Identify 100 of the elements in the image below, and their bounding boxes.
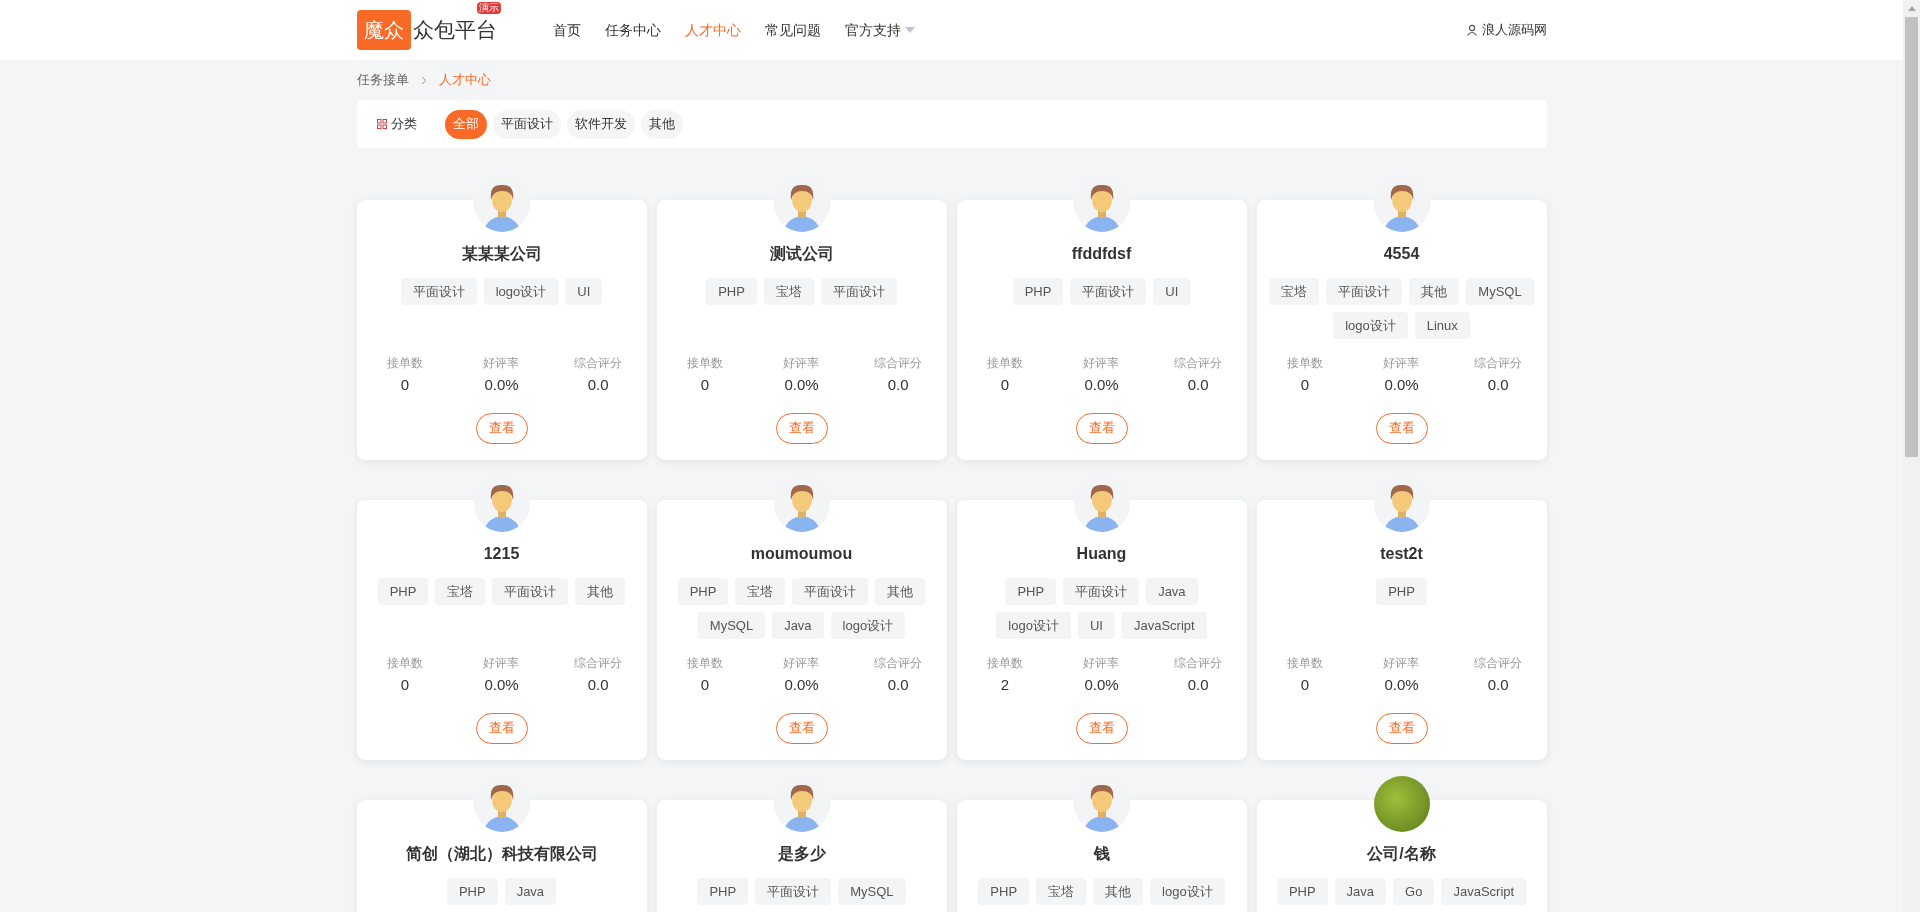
stat-value: 0 bbox=[400, 375, 409, 395]
skill-tag: 平面设计 bbox=[755, 878, 832, 905]
stat-label: 接单数 bbox=[386, 355, 423, 372]
stat-label: 综合评分 bbox=[1174, 655, 1223, 672]
stat-label: 好评率 bbox=[483, 655, 520, 672]
skill-tag: 宝塔 bbox=[1269, 278, 1320, 305]
talent-name: 测试公司 bbox=[769, 244, 834, 264]
skill-tag: PHP bbox=[978, 878, 1030, 905]
skill-tag: 平面设计 bbox=[792, 578, 869, 605]
user-link[interactable]: 浪人源码网 bbox=[1481, 20, 1547, 40]
skill-tag: PHP bbox=[706, 278, 757, 305]
stat-label: 接单数 bbox=[1286, 355, 1323, 372]
talent-name: 是多少 bbox=[777, 844, 826, 864]
caret-icon bbox=[904, 27, 915, 33]
talent-name: 1215 bbox=[483, 544, 520, 564]
skill-tag: PHP bbox=[1005, 578, 1057, 605]
skill-tag: Java bbox=[1334, 878, 1387, 905]
scrollbar-thumb[interactable] bbox=[1905, 17, 1918, 457]
nav-link[interactable]: 人才中心 bbox=[684, 19, 741, 41]
talent-name: 钱 bbox=[1093, 844, 1110, 864]
stat-value: 0.0% bbox=[1384, 675, 1419, 695]
stat-label: 好评率 bbox=[1083, 655, 1120, 672]
talent-name: 4554 bbox=[1383, 244, 1420, 264]
talent-name: test2t bbox=[1380, 544, 1423, 564]
stat-value: 0.0 bbox=[587, 675, 609, 695]
skill-tag: 平面设计 bbox=[1063, 578, 1140, 605]
stat-value: 2 bbox=[1000, 675, 1009, 695]
skill-tag: Go bbox=[1393, 878, 1435, 905]
stat-label: 好评率 bbox=[1383, 655, 1420, 672]
talent-name: moumoumou bbox=[750, 544, 853, 564]
stat-value: 0 bbox=[700, 375, 709, 395]
skill-tag: Java bbox=[1146, 578, 1198, 605]
category-chip[interactable]: 软件开发 bbox=[566, 109, 635, 139]
stat-value: 0.0% bbox=[784, 375, 819, 395]
talent-name: 简创（湖北）科技有限公司 bbox=[405, 844, 598, 864]
skill-tag: 宝塔 bbox=[1036, 878, 1087, 905]
stat-label: 好评率 bbox=[1083, 355, 1120, 372]
skill-tag: PHP bbox=[446, 878, 498, 905]
stat-label: 好评率 bbox=[783, 355, 820, 372]
stat-label: 综合评分 bbox=[874, 655, 923, 672]
stat-label: 接单数 bbox=[686, 355, 723, 372]
stat-value: 0.0% bbox=[1084, 375, 1119, 395]
stat-value: 0 bbox=[1300, 675, 1309, 695]
skill-tag: UI bbox=[565, 278, 603, 305]
skill-tag: PHP bbox=[697, 878, 749, 905]
skill-tag: UI bbox=[1077, 612, 1115, 639]
scroll-up-icon[interactable] bbox=[1907, 6, 1916, 11]
skill-tag: 其他 bbox=[875, 578, 926, 605]
skill-tag: PHP bbox=[377, 578, 429, 605]
stat-label: 综合评分 bbox=[1474, 355, 1523, 372]
stat-value: 0.0% bbox=[1084, 675, 1119, 695]
skill-tag: logo设计 bbox=[483, 278, 559, 305]
skill-tag: logo设计 bbox=[830, 612, 906, 639]
stat-label: 好评率 bbox=[783, 655, 820, 672]
talent-name: ffddfdsf bbox=[1071, 244, 1132, 264]
nav-link[interactable]: 任务中心 bbox=[604, 19, 661, 41]
skill-tag: 平面设计 bbox=[820, 278, 897, 305]
skill-tag: 平面设计 bbox=[1070, 278, 1147, 305]
stat-label: 接单数 bbox=[1286, 655, 1323, 672]
stat-value: 0 bbox=[1000, 375, 1009, 395]
skill-tag: MySQL bbox=[1466, 278, 1534, 305]
skill-tag: MySQL bbox=[697, 612, 766, 639]
skill-tag: Java bbox=[772, 612, 824, 639]
stat-value: 0.0 bbox=[1487, 375, 1509, 395]
stat-value: 0.0 bbox=[1187, 675, 1209, 695]
skill-tag: Linux bbox=[1414, 312, 1470, 339]
stat-label: 综合评分 bbox=[574, 355, 623, 372]
talent-name: 某某某公司 bbox=[461, 244, 542, 264]
skill-tag: 其他 bbox=[575, 578, 626, 605]
logo-name: 众包平台 bbox=[412, 17, 497, 44]
grid-icon bbox=[376, 119, 387, 129]
logo-mark[interactable]: 魔众 bbox=[356, 10, 411, 50]
skill-tag: 平面设计 bbox=[400, 278, 477, 305]
stat-label: 好评率 bbox=[1383, 355, 1420, 372]
breadcrumb-link[interactable]: 人才中心 bbox=[438, 70, 491, 90]
nav-link[interactable]: 首页 bbox=[552, 19, 581, 41]
skill-tag: PHP bbox=[677, 578, 729, 605]
stat-value: 0.0 bbox=[887, 675, 909, 695]
skill-tag: JavaScript bbox=[1441, 878, 1527, 905]
stat-value: 0.0% bbox=[484, 675, 519, 695]
stat-value: 0.0% bbox=[784, 675, 819, 695]
breadcrumb-link[interactable]: 任务接单 bbox=[356, 70, 409, 90]
nav-link[interactable]: 常见问题 bbox=[764, 19, 821, 41]
skill-tag: 宝塔 bbox=[763, 278, 814, 305]
category-chip[interactable]: 全部 bbox=[444, 109, 487, 139]
stat-label: 综合评分 bbox=[574, 655, 623, 672]
stat-label: 好评率 bbox=[483, 355, 520, 372]
stat-value: 0.0 bbox=[1187, 375, 1209, 395]
scrollbar[interactable] bbox=[1903, 0, 1920, 912]
category-chip[interactable]: 平面设计 bbox=[492, 109, 561, 139]
nav-link[interactable]: 官方支持 bbox=[844, 19, 915, 41]
skill-tag: 宝塔 bbox=[435, 578, 486, 605]
skill-tag: PHP bbox=[1376, 578, 1427, 605]
category-chip[interactable]: 其他 bbox=[640, 109, 683, 139]
skill-tag: logo设计 bbox=[1333, 312, 1408, 339]
skill-tag: JavaScript bbox=[1121, 612, 1207, 639]
stat-label: 综合评分 bbox=[1474, 655, 1523, 672]
demo-badge: 演示 bbox=[476, 2, 501, 14]
stat-label: 综合评分 bbox=[874, 355, 923, 372]
stat-label: 接单数 bbox=[686, 655, 723, 672]
